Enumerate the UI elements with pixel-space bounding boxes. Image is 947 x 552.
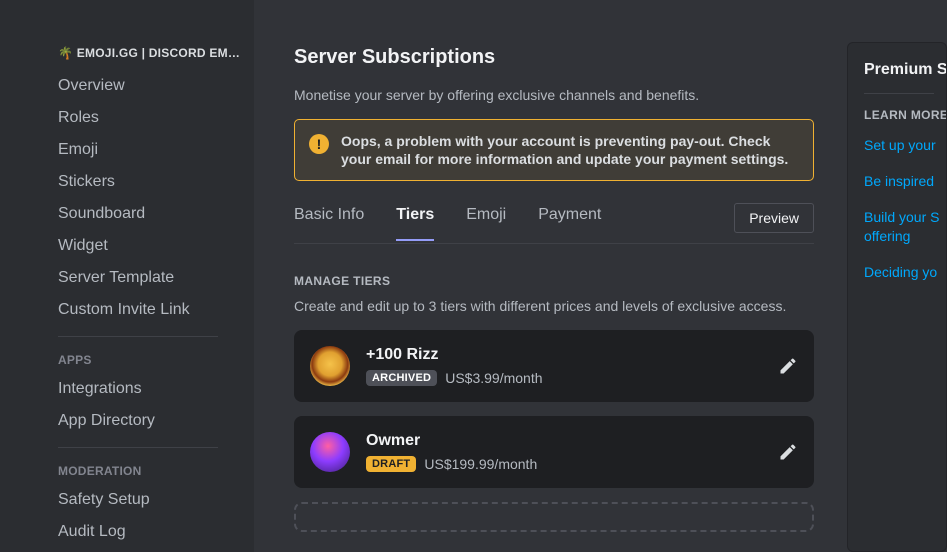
tier-info: +100 Rizz ARCHIVED US$3.99/month <box>366 346 762 386</box>
help-link[interactable]: Be inspired <box>864 172 946 190</box>
tab-payment[interactable]: Payment <box>538 206 601 240</box>
page-title: Server Subscriptions <box>294 46 807 69</box>
manage-tiers-desc: Create and edit up to 3 tiers with diffe… <box>294 298 807 314</box>
tier-price: US$199.99/month <box>424 456 537 472</box>
sidebar-heading-apps: APPS <box>58 347 244 373</box>
tier-price: US$3.99/month <box>445 370 542 386</box>
tab-tiers[interactable]: Tiers <box>396 206 434 240</box>
tier-name: +100 Rizz <box>366 346 762 364</box>
sidebar-item-roles[interactable]: Roles <box>58 102 244 134</box>
alert-text-link[interactable]: update your payment settings. <box>585 151 788 167</box>
help-link[interactable]: Build your S offering <box>864 208 946 244</box>
sidebar-item-safety-setup[interactable]: Safety Setup <box>58 484 244 516</box>
tier-card[interactable]: +100 Rizz ARCHIVED US$3.99/month <box>294 330 814 402</box>
tab-basic-info[interactable]: Basic Info <box>294 206 364 240</box>
page-subtitle: Monetise your server by offering exclusi… <box>294 87 807 103</box>
tier-avatar <box>310 432 350 472</box>
help-link[interactable]: Set up your <box>864 136 946 154</box>
sidebar-item-emoji[interactable]: Emoji <box>58 134 244 166</box>
warning-icon: ! <box>309 134 329 154</box>
pencil-icon[interactable] <box>778 356 798 376</box>
sidebar-item-stickers[interactable]: Stickers <box>58 166 244 198</box>
tier-badge-draft: DRAFT <box>366 456 416 472</box>
sidebar-item-server-template[interactable]: Server Template <box>58 262 244 294</box>
tier-info: Owmer DRAFT US$199.99/month <box>366 432 762 472</box>
pencil-icon[interactable] <box>778 442 798 462</box>
tier-avatar <box>310 346 350 386</box>
right-panel-heading: LEARN MORE <box>864 108 946 122</box>
tab-bar: Basic Info Tiers Emoji Payment Preview <box>294 203 814 244</box>
sidebar-item-app-directory[interactable]: App Directory <box>58 405 244 437</box>
preview-button[interactable]: Preview <box>734 203 814 233</box>
sidebar-divider <box>58 447 218 448</box>
alert-text: Oops, a problem with your account is pre… <box>341 132 799 168</box>
sidebar-item-soundboard[interactable]: Soundboard <box>58 198 244 230</box>
right-help-panel: Premium S LEARN MORE Set up your Be insp… <box>847 42 947 552</box>
manage-tiers-heading: MANAGE TIERS <box>294 274 807 288</box>
add-tier-placeholder[interactable] <box>294 502 814 532</box>
sidebar-item-custom-invite-link[interactable]: Custom Invite Link <box>58 294 244 326</box>
payout-alert: ! Oops, a problem with your account is p… <box>294 119 814 181</box>
sidebar-item-audit-log[interactable]: Audit Log <box>58 516 244 548</box>
settings-sidebar: 🌴 EMOJI.GG | DISCORD EM… Overview Roles … <box>0 0 254 552</box>
sidebar-server-name: 🌴 EMOJI.GG | DISCORD EM… <box>58 46 244 60</box>
sidebar-divider <box>58 336 218 337</box>
sidebar-item-integrations[interactable]: Integrations <box>58 373 244 405</box>
sidebar-heading-moderation: MODERATION <box>58 458 244 484</box>
main-content: Server Subscriptions Monetise your serve… <box>254 0 847 552</box>
tier-meta: DRAFT US$199.99/month <box>366 456 762 472</box>
right-panel-divider <box>864 93 934 94</box>
right-panel-title: Premium S <box>864 61 946 79</box>
sidebar-item-overview[interactable]: Overview <box>58 70 244 102</box>
help-link[interactable]: Deciding yo <box>864 263 946 281</box>
sidebar-item-widget[interactable]: Widget <box>58 230 244 262</box>
tier-badge-archived: ARCHIVED <box>366 370 437 386</box>
tab-emoji[interactable]: Emoji <box>466 206 506 240</box>
tier-meta: ARCHIVED US$3.99/month <box>366 370 762 386</box>
tier-name: Owmer <box>366 432 762 450</box>
tier-card[interactable]: Owmer DRAFT US$199.99/month <box>294 416 814 488</box>
